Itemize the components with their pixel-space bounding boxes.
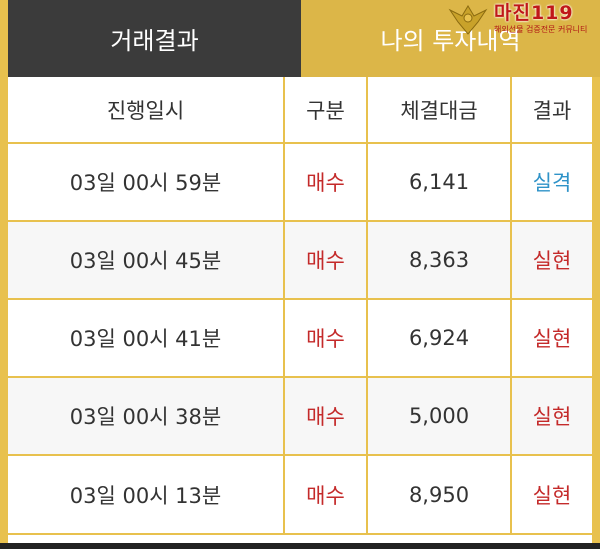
logo-title: 마진119 <box>494 2 574 24</box>
bottom-divider <box>0 543 600 549</box>
row-amount: 5,000 <box>368 378 512 454</box>
watermark-logo: 마진119 해외선물 검증전문 커뮤니티 <box>448 2 594 42</box>
row-type: 매수 <box>285 222 368 298</box>
eagle-emblem-icon <box>448 5 488 35</box>
row-datetime: 03일 00시 41분 <box>8 300 285 376</box>
table-row: 03일 00시 38분 매수 5,000 실현 <box>8 378 592 456</box>
table-row: 03일 00시 45분 매수 8,363 실현 <box>8 222 592 300</box>
tab-trade-results[interactable]: 거래결과 <box>8 0 301 77</box>
row-amount: 8,363 <box>368 222 512 298</box>
table-row: 03일 00시 13분 매수 8,950 실현 <box>8 456 592 535</box>
logo-subtitle: 해외선물 검증전문 커뮤니티 <box>494 25 588 34</box>
header-amount: 체결대금 <box>368 77 512 142</box>
row-amount: 8,950 <box>368 456 512 533</box>
row-amount: 6,141 <box>368 144 512 220</box>
tab-trade-results-label: 거래결과 <box>110 27 199 55</box>
row-result: 실현 <box>532 405 572 429</box>
row-datetime: 03일 00시 13분 <box>8 456 285 533</box>
table-row: 03일 00시 41분 매수 6,924 실현 <box>8 300 592 378</box>
row-type: 매수 <box>285 144 368 220</box>
trade-panel: 거래결과 나의 투자내역 마진119 해외선물 검증전문 커뮤니티 진행일시 구… <box>0 0 600 549</box>
row-type: 매수 <box>285 378 368 454</box>
row-datetime: 03일 00시 45분 <box>8 222 285 298</box>
row-result: 실격 <box>532 171 572 195</box>
header-datetime: 진행일시 <box>8 77 285 142</box>
table-header-row: 진행일시 구분 체결대금 결과 <box>8 77 592 144</box>
row-result: 실현 <box>532 483 572 508</box>
row-amount: 6,924 <box>368 300 512 376</box>
row-result: 실현 <box>532 249 572 273</box>
row-result: 실현 <box>532 327 572 351</box>
tab-bar: 거래결과 나의 투자내역 마진119 해외선물 검증전문 커뮤니티 <box>0 0 600 77</box>
header-result: 결과 <box>532 98 572 123</box>
row-datetime: 03일 00시 59분 <box>8 144 285 220</box>
row-type: 매수 <box>285 456 368 533</box>
trade-table: 진행일시 구분 체결대금 결과 03일 00시 59분 매수 6,141 실격 … <box>8 77 592 543</box>
row-datetime: 03일 00시 38분 <box>8 378 285 454</box>
row-type: 매수 <box>285 300 368 376</box>
header-type: 구분 <box>285 77 368 142</box>
table-row: 03일 00시 59분 매수 6,141 실격 <box>8 144 592 222</box>
